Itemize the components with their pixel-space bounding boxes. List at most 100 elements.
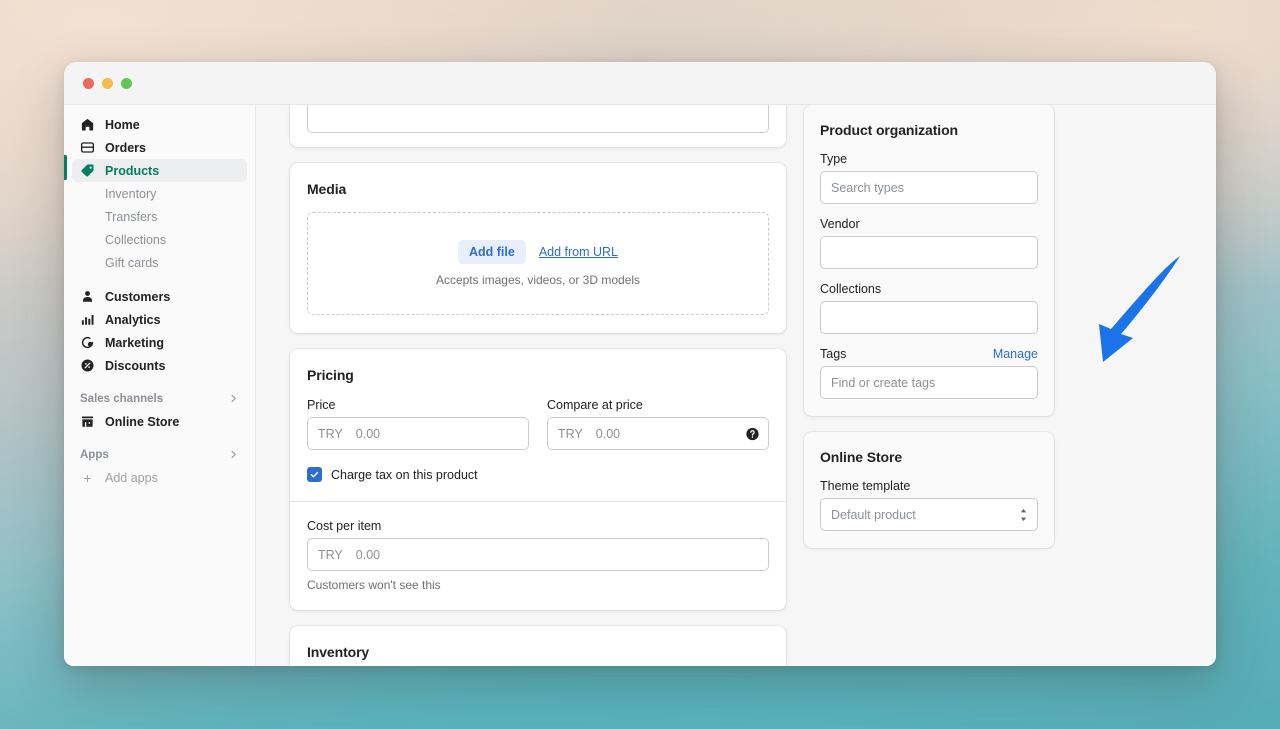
price-input[interactable]: TRY 0.00	[307, 417, 529, 450]
main-column: Media Add file Add from URL Accepts imag…	[290, 105, 786, 666]
sidebar-subitem-gift-cards[interactable]: Gift cards	[72, 251, 247, 274]
online-store-title: Online Store	[820, 449, 1038, 465]
compare-price-input-wrap: TRY 0.00	[547, 417, 769, 450]
sidebar-item-label: Marketing	[105, 336, 164, 350]
compare-at-price-input[interactable]: TRY 0.00	[547, 417, 769, 450]
minimize-button[interactable]	[102, 78, 113, 89]
price-field-group: Price TRY 0.00	[307, 398, 529, 450]
sidebar-item-label: Orders	[105, 141, 146, 155]
price-fields-row: Price TRY 0.00 Compare	[307, 398, 769, 450]
right-column: Product organization Type Vendor Collect…	[804, 105, 1054, 666]
manage-tags-link[interactable]: Manage	[993, 347, 1038, 361]
charge-tax-label: Charge tax on this product	[331, 468, 478, 482]
sidebar-item-analytics[interactable]: Analytics	[72, 308, 247, 331]
main-sidebar: Home Orders Products Inventory	[64, 105, 256, 666]
orders-icon	[80, 140, 95, 155]
sidebar-section-sales-channels[interactable]: Sales channels	[72, 388, 247, 410]
tags-input[interactable]	[820, 366, 1038, 399]
sidebar-item-home[interactable]: Home	[72, 113, 247, 136]
window-content: Home Orders Products Inventory	[64, 105, 1216, 666]
product-organization-title: Product organization	[820, 122, 1038, 138]
help-circle-icon[interactable]	[745, 426, 760, 441]
sidebar-section-label: Apps	[80, 449, 109, 461]
theme-template-field-group: Theme template Default product	[820, 479, 1038, 531]
theme-template-select-wrap: Default product	[820, 498, 1038, 531]
sidebar-subitem-inventory[interactable]: Inventory	[72, 182, 247, 205]
price-input-wrap: TRY 0.00	[307, 417, 529, 450]
online-store-card: Online Store Theme template Default prod…	[804, 432, 1054, 548]
desktop-backdrop: Home Orders Products Inventory	[0, 0, 1280, 729]
cost-per-item-input[interactable]: TRY 0.00	[307, 538, 769, 571]
collections-field-group: Collections	[820, 282, 1038, 334]
theme-template-value: Default product	[831, 508, 916, 522]
sidebar-item-customers[interactable]: Customers	[72, 285, 247, 308]
inventory-card-title: Inventory	[307, 644, 769, 660]
sidebar-subitem-label: Transfers	[105, 210, 157, 224]
sidebar-item-products[interactable]: Products	[72, 159, 247, 182]
home-icon	[80, 117, 95, 132]
sidebar-item-label: Add apps	[105, 471, 158, 485]
close-button[interactable]	[83, 78, 94, 89]
theme-template-label: Theme template	[820, 479, 1038, 493]
plus-icon: +	[80, 471, 95, 485]
vendor-label: Vendor	[820, 217, 1038, 231]
pricing-card-title: Pricing	[307, 367, 769, 383]
compare-at-price-label: Compare at price	[547, 398, 769, 412]
sidebar-item-label: Products	[105, 164, 159, 178]
sidebar-subitem-transfers[interactable]: Transfers	[72, 205, 247, 228]
sidebar-subitem-collections[interactable]: Collections	[72, 228, 247, 251]
sidebar-item-label: Online Store	[105, 415, 179, 429]
store-icon	[80, 414, 95, 429]
sidebar-spacer	[64, 274, 255, 285]
sidebar-spacer	[64, 377, 255, 388]
price-amount: 0.00	[356, 427, 380, 441]
sidebar-item-online-store[interactable]: Online Store	[72, 410, 247, 433]
analytics-icon	[80, 312, 95, 327]
collections-input[interactable]	[820, 301, 1038, 334]
type-label: Type	[820, 152, 1038, 166]
tags-field-group: Tags Manage	[820, 347, 1038, 399]
active-nav-accent-bar	[64, 155, 67, 180]
description-editor-field[interactable]	[307, 105, 769, 133]
compare-price-amount: 0.00	[596, 427, 620, 441]
chevron-right-icon[interactable]	[228, 449, 239, 462]
vendor-input[interactable]	[820, 236, 1038, 269]
chevron-right-icon[interactable]	[228, 393, 239, 406]
cost-per-item-hint: Customers won't see this	[307, 578, 769, 592]
sidebar-subitem-label: Gift cards	[105, 256, 159, 270]
charge-tax-row: Charge tax on this product	[307, 467, 769, 482]
sidebar-item-discounts[interactable]: Discounts	[72, 354, 247, 377]
sidebar-item-label: Discounts	[105, 359, 165, 373]
browser-window: Home Orders Products Inventory	[64, 62, 1216, 666]
sidebar-item-label: Analytics	[105, 313, 161, 327]
sidebar-section-apps[interactable]: Apps	[72, 444, 247, 466]
sidebar-item-marketing[interactable]: Marketing	[72, 331, 247, 354]
window-titlebar	[64, 62, 1216, 105]
cost-amount: 0.00	[356, 548, 380, 562]
collections-label: Collections	[820, 282, 1038, 296]
add-file-button[interactable]: Add file	[458, 240, 526, 264]
vendor-field-group: Vendor	[820, 217, 1038, 269]
cost-per-item-label: Cost per item	[307, 519, 769, 533]
add-from-url-link[interactable]: Add from URL	[539, 245, 618, 259]
customer-icon	[80, 289, 95, 304]
tags-label-row: Tags Manage	[820, 347, 1038, 361]
sidebar-item-orders[interactable]: Orders	[72, 136, 247, 159]
sidebar-section-label: Sales channels	[80, 393, 163, 405]
theme-template-select[interactable]: Default product	[820, 498, 1038, 531]
sidebar-item-label: Home	[105, 118, 140, 132]
marketing-icon	[80, 335, 95, 350]
type-input[interactable]	[820, 171, 1038, 204]
type-field-group: Type	[820, 152, 1038, 204]
maximize-button[interactable]	[121, 78, 132, 89]
sidebar-subitem-label: Collections	[105, 233, 166, 247]
media-card: Media Add file Add from URL Accepts imag…	[290, 163, 786, 333]
media-dropzone[interactable]: Add file Add from URL Accepts images, vi…	[307, 212, 769, 315]
description-card-clipped	[290, 105, 786, 147]
cost-per-item-section: Cost per item TRY 0.00 Customers won't s…	[290, 502, 786, 610]
sidebar-item-add-apps[interactable]: + Add apps	[72, 466, 247, 489]
charge-tax-checkbox[interactable]	[307, 467, 322, 482]
page-content-scroll[interactable]: Media Add file Add from URL Accepts imag…	[256, 105, 1216, 666]
media-actions: Add file Add from URL	[458, 240, 618, 264]
tag-icon	[80, 163, 95, 178]
